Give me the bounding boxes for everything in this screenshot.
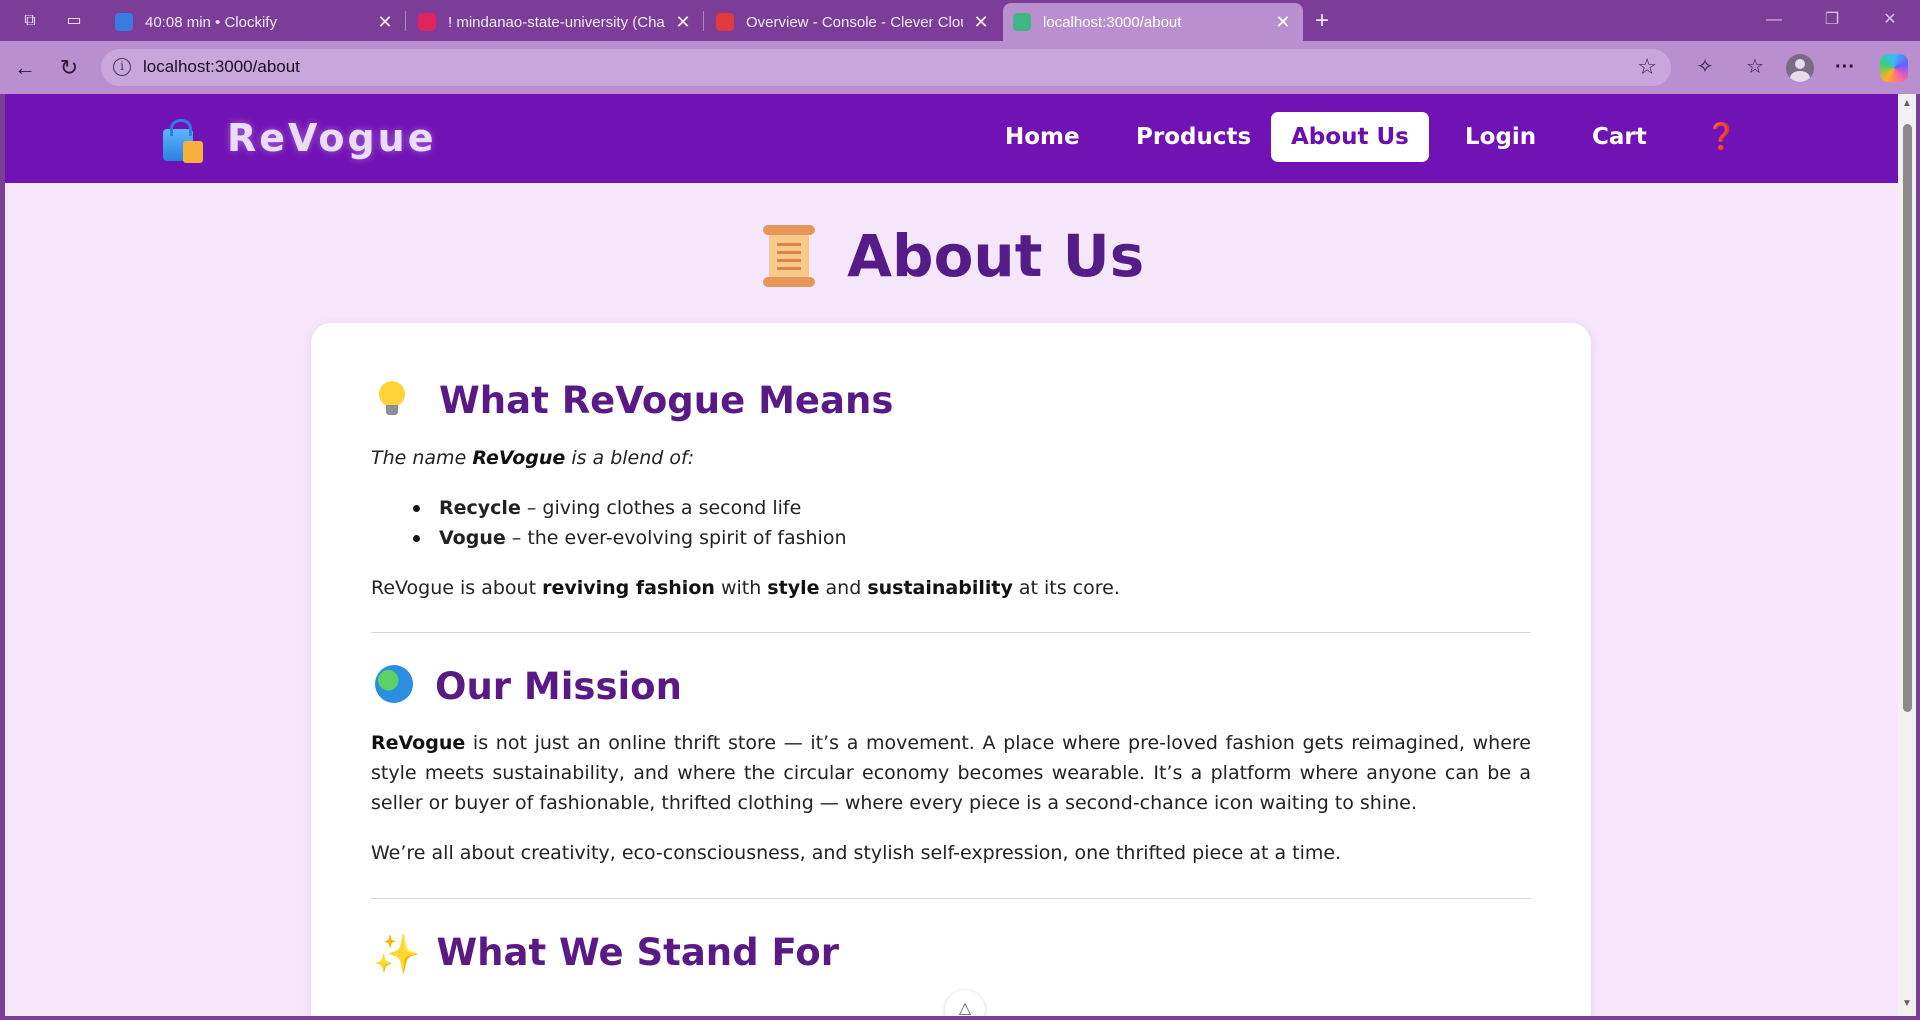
close-tab-icon[interactable]: ✕ — [673, 12, 693, 33]
scroll-up-arrow-icon[interactable]: ▲ — [1901, 98, 1913, 110]
mission-closing: We’re all about creativity, eco-consciou… — [371, 842, 1342, 864]
summary-bold: reviving fashion — [542, 577, 715, 599]
clever-cloud-favicon-icon — [716, 13, 734, 31]
summary-text: at its core. — [1012, 577, 1120, 599]
more-icon[interactable]: ··· — [1830, 52, 1860, 82]
means-list: Recycle – giving clothes a second life V… — [371, 493, 1531, 553]
scroll-icon — [759, 225, 817, 287]
nav-about-us[interactable]: About Us — [1271, 112, 1429, 162]
sparkles-icon: ✨ — [373, 932, 421, 976]
copilot-icon[interactable] — [1880, 54, 1908, 82]
site-header: ReVogue Home Products About Us Login Car… — [5, 94, 1898, 183]
list-term: Recycle — [439, 497, 521, 519]
heading-text: What We Stand For — [436, 931, 839, 974]
summary-text: ReVogue is about — [371, 577, 543, 599]
refresh-icon[interactable]: ↻ — [54, 53, 84, 83]
browser-toolbar: ← ↻ i localhost:3000/about ☆ ✧ ☆ ··· — [0, 41, 1920, 94]
section-heading-stand: ✨ What We Stand For — [371, 931, 839, 977]
summary-text: with — [714, 577, 768, 599]
tab-separator — [405, 11, 406, 31]
back-arrow-icon[interactable]: ← — [10, 53, 40, 83]
close-tab-icon[interactable]: ✕ — [971, 12, 991, 33]
restore-icon[interactable]: ❐ — [1820, 8, 1844, 32]
means-intro: The name ReVogue is a blend of: — [371, 443, 1531, 473]
close-tab-icon[interactable]: ✕ — [375, 12, 395, 33]
light-bulb-icon — [379, 381, 405, 417]
intro-text: The name — [371, 447, 473, 469]
close-tab-icon[interactable]: ✕ — [1273, 12, 1293, 33]
puzzle-icon[interactable]: ✧ — [1690, 52, 1720, 82]
list-item: Vogue – the ever-evolving spirit of fash… — [371, 523, 1531, 553]
browser-tab-clever-cloud[interactable]: Overview - Console - Clever Clouc ✕ — [706, 3, 1001, 41]
means-summary: ReVogue is about reviving fashion with s… — [371, 573, 1531, 603]
section-heading-mission: Our Mission — [371, 665, 682, 708]
nav-login[interactable]: Login — [1445, 112, 1556, 162]
browser-tab-slack[interactable]: ! mindanao-state-university (Char ✕ — [408, 3, 703, 41]
section-heading-means: What ReVogue Means — [371, 379, 893, 422]
tab-separator — [703, 11, 704, 31]
section-divider — [371, 632, 1531, 633]
nav-home[interactable]: Home — [985, 112, 1100, 162]
heading-text: Our Mission — [435, 665, 682, 708]
tab-actions-icon[interactable]: ▭ — [62, 9, 86, 33]
page-title-row: About Us — [5, 222, 1898, 290]
page-title: About Us — [847, 222, 1145, 290]
window-frame — [0, 1016, 1920, 1020]
browser-tab-strip: ⧉ ▭ 40:08 min • Clockify ✕ ! mindanao-st… — [0, 0, 1920, 41]
new-tab-button[interactable]: + — [1310, 9, 1334, 33]
window-frame — [1916, 94, 1920, 1020]
favorites-icon[interactable]: ☆ — [1740, 52, 1770, 82]
heading-text: What ReVogue Means — [439, 379, 894, 422]
page-viewport: ReVogue Home Products About Us Login Car… — [5, 94, 1898, 1016]
globe-icon — [375, 665, 413, 703]
intro-text: is a blend of: — [565, 447, 695, 469]
tab-title: Overview - Console - Clever Clouc — [746, 13, 963, 31]
nuxt-favicon-icon — [1013, 13, 1031, 31]
nav-cart[interactable]: Cart — [1572, 112, 1667, 162]
mission-body: ReVogue is not just an online thrift sto… — [371, 728, 1531, 818]
list-term: Vogue — [439, 527, 506, 549]
summary-bold: style — [767, 577, 820, 599]
help-icon[interactable]: ❓ — [1705, 112, 1737, 162]
tab-title: ! mindanao-state-university (Char — [448, 13, 665, 31]
minimize-icon[interactable]: — — [1762, 8, 1786, 32]
browser-tab-clockify[interactable]: 40:08 min • Clockify ✕ — [105, 3, 405, 41]
intro-brand: ReVogue — [472, 447, 566, 469]
tab-title: 40:08 min • Clockify — [145, 13, 277, 31]
shopping-bags-icon[interactable] — [157, 117, 207, 163]
tab-title: localhost:3000/about — [1043, 13, 1182, 31]
list-desc: – the ever-evolving spirit of fashion — [505, 527, 847, 549]
scroll-down-arrow-icon[interactable]: ▼ — [1901, 998, 1913, 1010]
clockify-favicon-icon — [115, 13, 133, 31]
star-icon[interactable]: ☆ — [1637, 54, 1657, 80]
summary-bold: sustainability — [867, 577, 1013, 599]
address-bar[interactable]: i localhost:3000/about ☆ — [101, 49, 1671, 86]
about-card: What ReVogue Means The name ReVogue is a… — [311, 323, 1591, 1016]
site-info-icon[interactable]: i — [113, 58, 131, 76]
mission-brand: ReVogue — [371, 732, 466, 754]
summary-text: and — [819, 577, 868, 599]
mission-text: is not just an online thrift store — it’… — [371, 732, 1531, 814]
workspaces-icon[interactable]: ⧉ — [18, 9, 42, 33]
brand-logo[interactable]: ReVogue — [227, 116, 437, 160]
list-desc: – giving clothes a second life — [520, 497, 802, 519]
browser-tab-localhost[interactable]: localhost:3000/about ✕ — [1003, 3, 1303, 41]
close-window-icon[interactable]: ✕ — [1878, 8, 1902, 32]
section-divider — [371, 898, 1531, 899]
profile-icon[interactable] — [1786, 54, 1814, 82]
nav-products[interactable]: Products — [1116, 112, 1271, 162]
scrollbar-thumb[interactable] — [1903, 124, 1912, 712]
url-text[interactable]: localhost:3000/about — [143, 57, 300, 77]
slack-favicon-icon — [418, 13, 436, 31]
page-scrollbar[interactable]: ▲ ▼ — [1898, 94, 1916, 1016]
list-item: Recycle – giving clothes a second life — [371, 493, 1531, 523]
